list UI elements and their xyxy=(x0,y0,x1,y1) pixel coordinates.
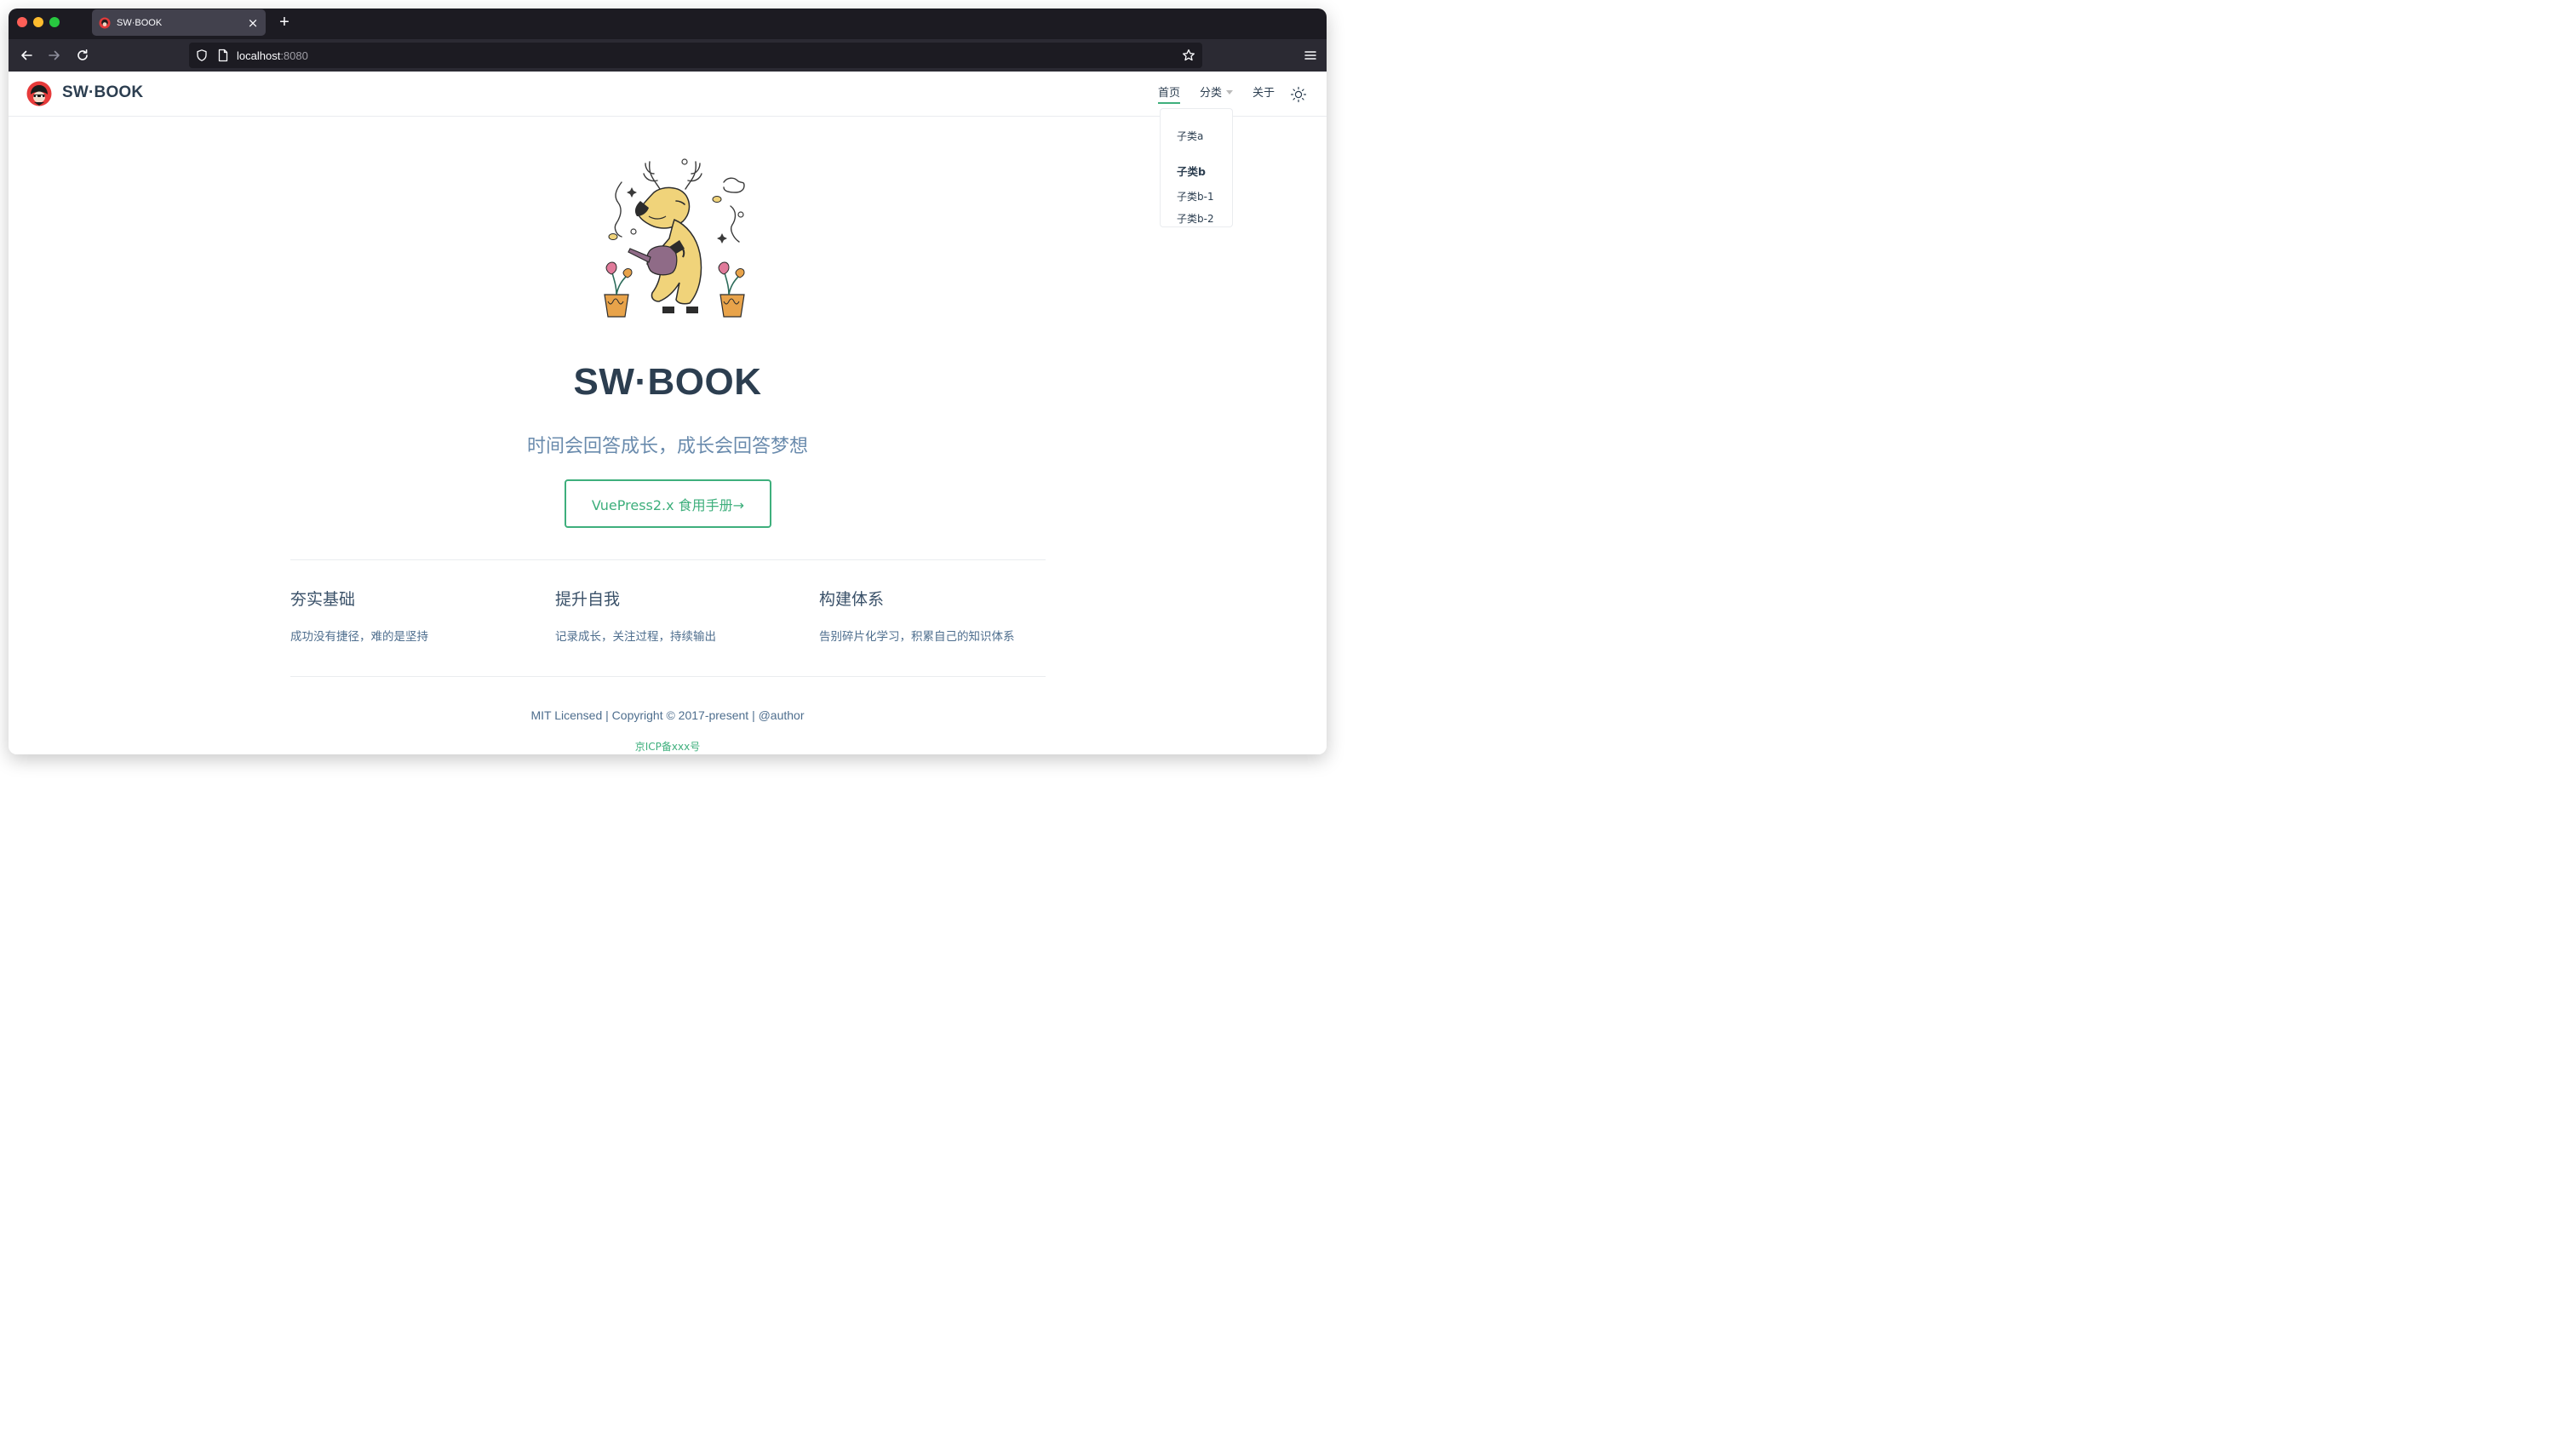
url-host: localhost xyxy=(237,49,281,62)
feature-card: 构建体系 告别碎片化学习，积累自己的知识体系 xyxy=(819,588,1066,645)
bookmark-star-icon[interactable] xyxy=(1182,49,1195,62)
site-navbar: SW·BOOK 首页 分类 关于 子类a 子类b 子类b-1 子类b-2 xyxy=(9,72,1327,227)
browser-tab[interactable]: SW·BOOK × xyxy=(92,9,266,36)
features-top-divider xyxy=(290,559,1046,560)
site-page: SW·BOOK 首页 分类 关于 子类a 子类b 子类b-1 子类b-2 SW·… xyxy=(9,72,1327,754)
url-port: :8080 xyxy=(280,49,308,62)
site-logo-icon[interactable] xyxy=(26,81,52,106)
feature-details: 告别碎片化学习，积累自己的知识体系 xyxy=(819,630,1015,644)
nav-about-link[interactable]: 关于 xyxy=(1253,86,1275,101)
dropdown-item-a[interactable]: 子类a xyxy=(1177,129,1203,143)
url-text[interactable]: localhost:8080 xyxy=(237,49,308,62)
footer-icp-link[interactable]: 京ICP备xxx号 xyxy=(9,739,1327,754)
feature-card: 夯实基础 成功没有捷径，难的是坚持 xyxy=(290,588,537,645)
reload-button[interactable] xyxy=(73,46,92,65)
hero-action-button[interactable]: VuePress2.x 食用手册→ xyxy=(565,479,771,528)
feature-title: 提升自我 xyxy=(555,590,621,609)
dropdown-item-b1[interactable]: 子类b-1 xyxy=(1177,190,1214,203)
category-dropdown-menu: 子类a 子类b 子类b-1 子类b-2 xyxy=(1160,108,1233,227)
browser-window: SW·BOOK × + localhost:8080 SW·BOOK 首页 分类… xyxy=(9,9,1327,754)
favicon-icon xyxy=(99,17,111,28)
new-tab-button[interactable]: + xyxy=(275,12,294,32)
tab-title: SW·BOOK xyxy=(117,17,163,28)
reload-icon xyxy=(77,49,88,60)
back-button[interactable] xyxy=(17,46,36,65)
footer-copyright: MIT Licensed | Copyright © 2017-present … xyxy=(530,708,805,722)
arrow-left-icon xyxy=(21,50,32,60)
nav-home-link[interactable]: 首页 xyxy=(1158,86,1181,104)
tab-close-icon[interactable]: × xyxy=(247,16,259,29)
app-menu-button[interactable] xyxy=(1301,46,1320,65)
hero-description: 时间会回答成长，成长会回答梦想 xyxy=(526,436,808,457)
browser-toolbar: localhost:8080 xyxy=(9,39,1327,72)
forward-button[interactable] xyxy=(45,46,64,65)
footer-divider xyxy=(290,676,1046,677)
close-window-button[interactable] xyxy=(17,17,27,27)
address-bar[interactable]: localhost:8080 xyxy=(189,43,1202,68)
site-title[interactable]: SW·BOOK xyxy=(62,83,143,102)
shield-icon[interactable] xyxy=(195,49,209,62)
feature-details: 成功没有捷径，难的是坚持 xyxy=(290,630,428,644)
maximize-window-button[interactable] xyxy=(49,17,60,27)
sun-icon[interactable] xyxy=(1290,86,1307,103)
nav-category-label: 分类 xyxy=(1200,87,1223,100)
hero-title: SW·BOOK xyxy=(573,361,762,403)
tab-bar: SW·BOOK × + xyxy=(9,9,1327,39)
dropdown-group-b: 子类b xyxy=(1177,165,1206,178)
feature-details: 记录成长，关注过程，持续输出 xyxy=(555,630,716,644)
feature-card: 提升自我 记录成长，关注过程，持续输出 xyxy=(555,588,802,645)
page-icon[interactable] xyxy=(217,49,229,62)
hamburger-menu-icon xyxy=(1304,51,1316,60)
dropdown-item-b2[interactable]: 子类b-2 xyxy=(1177,212,1214,226)
feature-title: 夯实基础 xyxy=(290,590,356,609)
caret-down-icon xyxy=(1226,90,1234,95)
nav-category-dropdown[interactable]: 分类 xyxy=(1200,86,1234,101)
hero-deer-illustration xyxy=(604,158,745,318)
minimize-window-button[interactable] xyxy=(33,17,43,27)
arrow-right-icon xyxy=(49,50,60,60)
feature-title: 构建体系 xyxy=(819,590,885,609)
